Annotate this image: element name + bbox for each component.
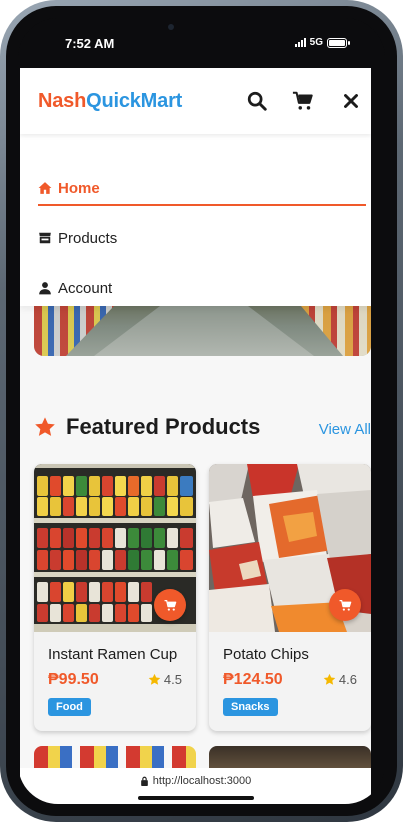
nav-menu: Home Products Account — [20, 134, 371, 306]
product-image-ramen[interactable] — [34, 464, 196, 632]
product-name[interactable]: Instant Ramen Cup — [48, 646, 177, 663]
category-badge: Food — [48, 698, 91, 716]
device-screen: 7:52 AM 5G NashQuickMart Home Products A… — [18, 18, 385, 804]
status-time: 7:52 AM — [65, 36, 115, 51]
product-card-partial[interactable] — [209, 746, 371, 768]
url-display[interactable]: http://localhost:3000 — [20, 775, 371, 787]
close-icon[interactable] — [340, 90, 362, 112]
nav-item-products[interactable]: Products — [38, 226, 117, 250]
category-badge: Snacks — [223, 698, 278, 716]
front-camera — [168, 24, 174, 30]
product-price: ₱99.50 — [48, 671, 99, 688]
product-card-partial[interactable] — [34, 746, 196, 768]
product-rating: 4.6 — [323, 672, 357, 687]
nav-item-label: Products — [58, 229, 118, 247]
logo-part-1: Nash — [38, 90, 87, 112]
url-text: http://localhost:3000 — [152, 775, 252, 787]
search-icon[interactable] — [246, 90, 268, 112]
status-bar: 7:52 AM 5G — [18, 18, 385, 68]
store-icon — [39, 232, 51, 244]
nav-item-account[interactable]: Account — [38, 276, 112, 300]
featured-heading: Featured Products — [34, 414, 260, 440]
battery-icon — [327, 37, 350, 48]
status-indicators: 5G — [294, 37, 350, 48]
network-label: 5G — [309, 37, 323, 48]
cart-icon — [339, 599, 351, 611]
cart-icon[interactable] — [292, 90, 314, 112]
user-icon — [39, 282, 51, 295]
product-card[interactable]: Potato Chips ₱124.50 4.6 Snacks — [209, 464, 371, 731]
app-header: NashQuickMart — [20, 68, 371, 134]
hero-shelf-right — [301, 306, 371, 356]
rating-value: 4.5 — [163, 672, 182, 687]
product-name[interactable]: Potato Chips — [223, 646, 309, 663]
home-indicator[interactable] — [138, 796, 254, 800]
product-card[interactable]: Instant Ramen Cup ₱99.50 4.5 Food — [34, 464, 196, 731]
product-price: ₱124.50 — [223, 671, 283, 688]
app-viewport: NashQuickMart Home Products Account Feat… — [20, 68, 371, 768]
featured-title: Featured Products — [66, 414, 261, 439]
brand-logo[interactable]: NashQuickMart — [38, 90, 182, 113]
star-icon — [323, 673, 336, 685]
product-rating: 4.5 — [148, 672, 182, 687]
nav-item-label: Home — [58, 179, 100, 197]
cart-icon — [164, 599, 176, 611]
add-to-cart-button[interactable] — [329, 589, 361, 621]
nav-item-home[interactable]: Home — [38, 176, 100, 200]
hero-shelf-left — [34, 306, 114, 356]
add-to-cart-button[interactable] — [154, 589, 186, 621]
star-icon — [35, 417, 55, 436]
product-image-chips[interactable] — [209, 464, 371, 632]
active-nav-underline — [38, 204, 366, 206]
nav-item-label: Account — [58, 279, 113, 297]
browser-url-bar[interactable]: http://localhost:3000 — [20, 768, 371, 804]
lock-icon — [140, 776, 148, 786]
home-icon — [38, 182, 52, 194]
signal-icon — [294, 38, 306, 47]
hero-banner-image — [34, 306, 371, 356]
hero-aisle-floor — [94, 306, 314, 356]
logo-part-2: QuickMart — [86, 90, 183, 112]
star-icon — [148, 673, 161, 685]
view-all-link[interactable]: View All — [319, 421, 371, 438]
rating-value: 4.6 — [338, 672, 357, 687]
